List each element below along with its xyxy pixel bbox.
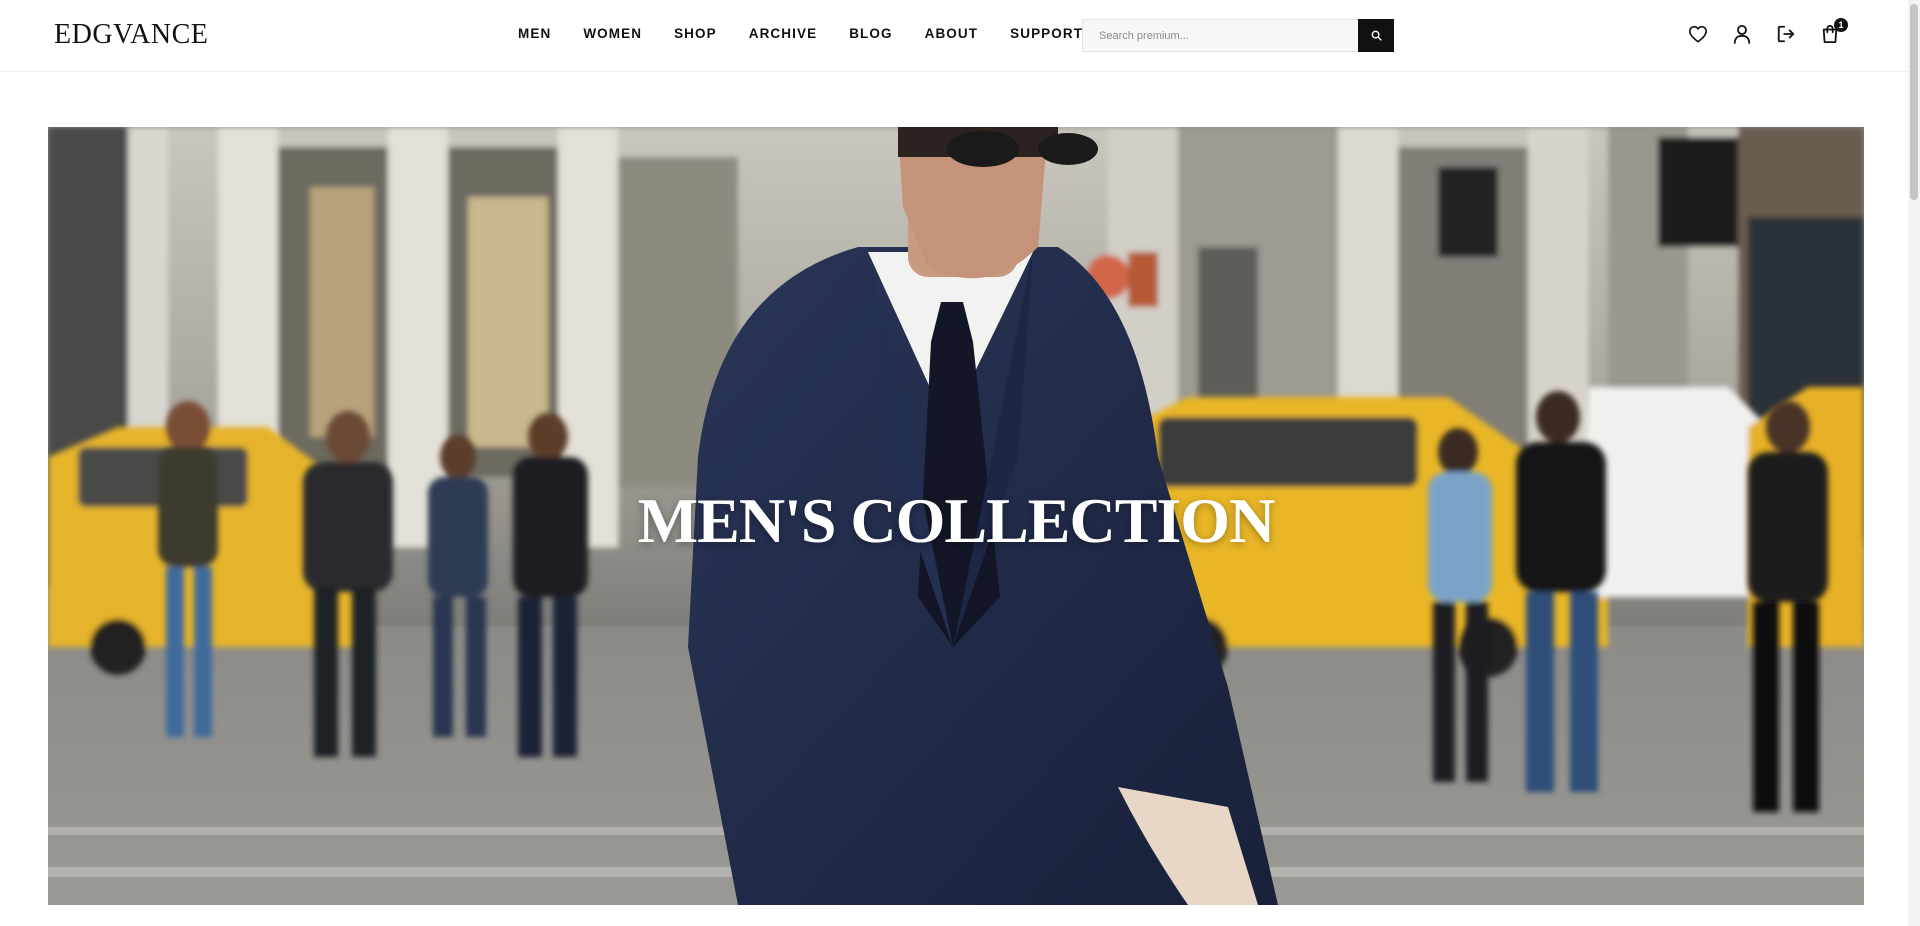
nav-item-men[interactable]: MEN	[518, 24, 551, 44]
heart-icon	[1689, 25, 1707, 43]
hero-banner: MEN'S COLLECTION	[48, 127, 1864, 905]
site-header: EDGVANCE MEN WOMEN SHOP ARCHIVE BLOG ABO…	[0, 0, 1920, 72]
nav-item-shop[interactable]: SHOP	[674, 24, 717, 44]
account-button[interactable]	[1730, 22, 1754, 46]
page-scrollbar[interactable]	[1908, 0, 1920, 926]
search-input[interactable]	[1083, 20, 1358, 51]
logout-button[interactable]	[1774, 22, 1798, 46]
scrollbar-thumb[interactable]	[1910, 4, 1918, 200]
main-nav: MEN WOMEN SHOP ARCHIVE BLOG ABOUT SUPPOR…	[518, 24, 1115, 44]
header-actions: 1	[1686, 18, 1848, 46]
user-icon	[1733, 25, 1751, 44]
search-button[interactable]	[1358, 19, 1394, 52]
nav-item-archive[interactable]: ARCHIVE	[749, 24, 817, 44]
nav-item-women[interactable]: WOMEN	[583, 24, 642, 44]
nav-item-support[interactable]: SUPPORT	[1010, 24, 1083, 44]
logout-icon	[1777, 25, 1795, 43]
brand-logo[interactable]: EDGVANCE	[54, 18, 208, 52]
nav-item-about[interactable]: ABOUT	[925, 24, 979, 44]
search-icon	[1371, 30, 1382, 41]
hero-title: MEN'S COLLECTION	[637, 485, 1276, 556]
search-bar	[1082, 19, 1394, 52]
nav-item-blog[interactable]: BLOG	[849, 24, 892, 44]
wishlist-button[interactable]	[1686, 22, 1710, 46]
cart-button[interactable]: 1	[1818, 18, 1848, 46]
cart-count-badge: 1	[1834, 18, 1848, 32]
